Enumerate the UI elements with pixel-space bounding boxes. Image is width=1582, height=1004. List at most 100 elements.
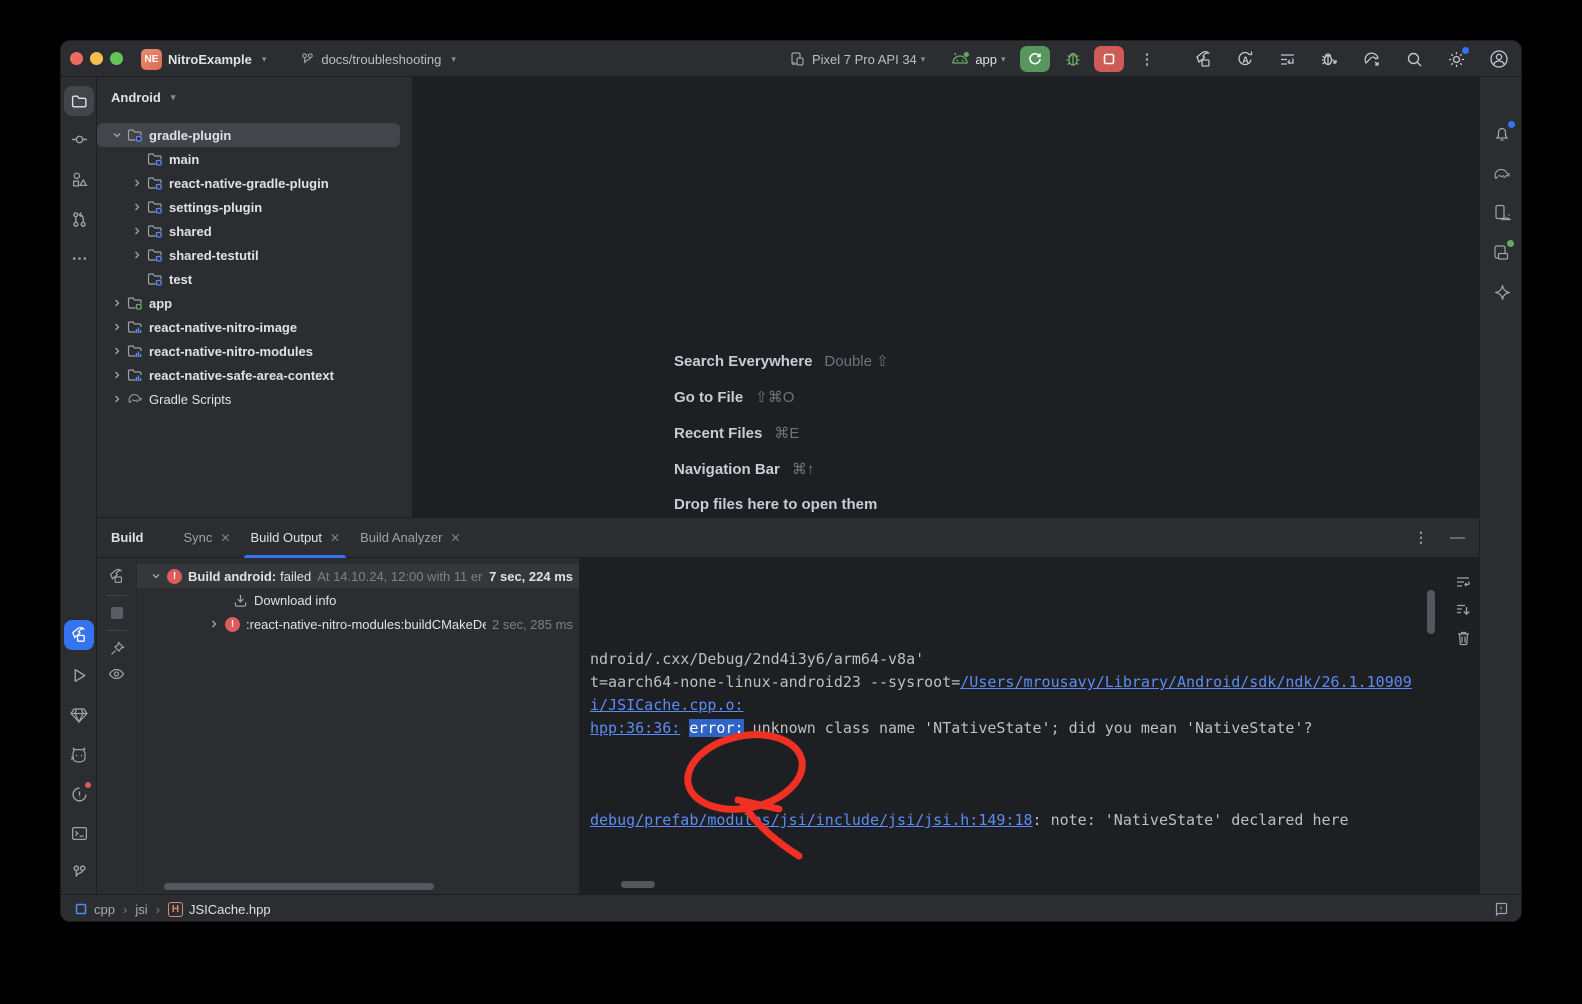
scroll-to-end-icon[interactable] [1455, 602, 1471, 618]
build-node-download-info[interactable]: Download info [137, 588, 579, 612]
event-log-icon[interactable] [1493, 901, 1509, 917]
settings-gear-icon[interactable] [1447, 50, 1466, 69]
build-tool-button[interactable] [64, 620, 94, 650]
project-tool-button[interactable] [64, 86, 94, 116]
project-view-label: Android [111, 90, 161, 105]
horizontal-scrollbar-thumb[interactable] [164, 883, 434, 890]
chevron-right-icon[interactable] [109, 394, 125, 404]
tree-item-test[interactable]: test [97, 267, 412, 291]
chevron-down-icon[interactable] [109, 130, 125, 140]
breadcrumb-jsi[interactable]: jsi [135, 902, 147, 917]
tree-item-react-native-safe-area-context[interactable]: react-native-safe-area-context [97, 363, 412, 387]
search-icon[interactable] [1405, 50, 1424, 69]
build-output-toolbar [97, 558, 137, 894]
chevron-right-icon[interactable] [129, 202, 145, 212]
console-file-link[interactable]: hpp:36:36: [590, 719, 680, 737]
tree-item-shared[interactable]: shared [97, 219, 412, 243]
shortcut-keys: ⇧⌘O [755, 388, 794, 406]
zoom-window-button[interactable] [110, 52, 123, 65]
hide-minimize-icon[interactable]: — [1450, 529, 1465, 546]
tree-item-label: shared-testutil [169, 248, 259, 263]
minimize-window-button[interactable] [90, 52, 103, 65]
apply-changes-icon[interactable]: A [1236, 50, 1255, 69]
tree-item-app[interactable]: app [97, 291, 412, 315]
close-tab-icon[interactable]: ✕ [450, 531, 460, 545]
run-tool-button[interactable] [64, 660, 94, 690]
chevron-right-icon[interactable] [129, 250, 145, 260]
project-selector[interactable]: NitroExample [168, 52, 252, 67]
more-vertical-icon[interactable]: ⋮ [1414, 529, 1428, 546]
notification-dot [1508, 121, 1515, 128]
gradle-tool-button[interactable] [1487, 159, 1517, 189]
gemini-button[interactable] [1487, 277, 1517, 307]
device-icon [789, 51, 805, 67]
tree-item-react-native-nitro-modules[interactable]: react-native-nitro-modules [97, 339, 412, 363]
project-view-selector[interactable]: Android ▾ [97, 77, 412, 117]
chevron-right-icon[interactable] [109, 322, 125, 332]
profiler-icon[interactable] [1278, 50, 1297, 69]
chevron-right-icon[interactable] [129, 178, 145, 188]
close-tab-icon[interactable]: ✕ [220, 531, 230, 545]
rerun-build-hammer-icon[interactable] [108, 568, 125, 585]
chevron-down-icon[interactable] [151, 571, 161, 581]
vertical-scrollbar-thumb[interactable] [1427, 590, 1435, 634]
debug-bug-icon[interactable] [1064, 50, 1082, 68]
tree-item-shared-testutil[interactable]: shared-testutil [97, 243, 412, 267]
tree-item-settings-plugin[interactable]: settings-plugin [97, 195, 412, 219]
resource-manager-tool-button[interactable] [64, 164, 94, 194]
tree-item-gradle-scripts[interactable]: Gradle Scripts [97, 387, 412, 411]
soft-wrap-icon[interactable] [1455, 574, 1471, 590]
build-node-cmake-task[interactable]: ! :react-native-nitro-modules:buildCMake… [137, 612, 579, 636]
tree-item-label: react-native-nitro-modules [149, 344, 313, 359]
build-hammer-icon[interactable] [1194, 50, 1213, 69]
close-tab-icon[interactable]: ✕ [330, 531, 340, 545]
breadcrumb-file[interactable]: JSICache.hpp [189, 902, 271, 917]
build-root-meta: At 14.10.24, 12:00 with 11 er [317, 569, 483, 584]
tree-item-gradle-plugin[interactable]: gradle-plugin [97, 123, 400, 147]
tab-build-analyzer[interactable]: Build Analyzer ✕ [350, 518, 470, 558]
breadcrumb-cpp[interactable]: cpp [94, 902, 115, 917]
rerun-button[interactable] [1020, 46, 1050, 72]
version-control-tool-button[interactable] [64, 857, 94, 887]
chevron-down-icon: ▾ [921, 54, 926, 65]
commit-tool-button[interactable] [64, 124, 94, 154]
console-file-link[interactable]: i/JSICache.cpp.o: [590, 696, 744, 714]
more-vertical-icon[interactable]: ⋮ [1140, 50, 1155, 68]
chevron-right-icon[interactable] [109, 298, 125, 308]
chevron-right-icon[interactable] [129, 226, 145, 236]
tree-item-main[interactable]: main [97, 147, 412, 171]
branch-selector[interactable]: docs/troubleshooting ▾ [300, 52, 456, 67]
attach-debugger-icon[interactable] [1320, 50, 1339, 69]
terminal-tool-button[interactable] [64, 818, 94, 848]
account-icon[interactable] [1489, 49, 1509, 69]
gradle-sync-icon[interactable] [1362, 50, 1382, 69]
tab-sync[interactable]: Sync ✕ [174, 518, 241, 558]
show-options-eye-icon[interactable] [108, 667, 125, 681]
running-devices-button[interactable] [1487, 237, 1517, 267]
console-file-link[interactable]: debug/prefab/modules/jsi/include/jsi/jsi… [590, 811, 1033, 829]
pull-requests-tool-button[interactable] [64, 204, 94, 234]
problems-tool-button[interactable] [64, 779, 94, 809]
logcat-tool-button[interactable] [64, 740, 94, 770]
tab-build-output[interactable]: Build Output ✕ [240, 518, 350, 558]
chevron-right-icon[interactable] [209, 619, 219, 629]
build-root-node[interactable]: ! Build android: failed At 14.10.24, 12:… [137, 564, 579, 588]
run-config-selector[interactable]: app [975, 52, 997, 67]
notifications-button[interactable] [1487, 119, 1517, 149]
device-selector[interactable]: Pixel 7 Pro API 34 [812, 52, 917, 67]
console-file-link[interactable]: /Users/mrousavy/Library/Android/sdk/ndk/… [960, 673, 1412, 691]
pin-icon[interactable] [109, 641, 125, 657]
chevron-right-icon[interactable] [109, 370, 125, 380]
clear-all-trash-icon[interactable] [1456, 630, 1471, 646]
chevron-right-icon[interactable] [109, 346, 125, 356]
device-manager-button[interactable] [1487, 198, 1517, 228]
cpp-module-icon [75, 903, 87, 915]
stop-button[interactable] [1094, 46, 1124, 72]
more-tools-button[interactable] [64, 243, 94, 273]
horizontal-scrollbar-thumb[interactable] [621, 881, 655, 888]
tree-item-react-native-nitro-image[interactable]: react-native-nitro-image [97, 315, 412, 339]
tree-item-react-native-gradle-plugin[interactable]: react-native-gradle-plugin [97, 171, 412, 195]
editor-area: Search EverywhereDouble ⇧ Go to File⇧⌘O … [413, 77, 1479, 517]
close-window-button[interactable] [70, 52, 83, 65]
app-quality-insights-button[interactable] [64, 700, 94, 730]
